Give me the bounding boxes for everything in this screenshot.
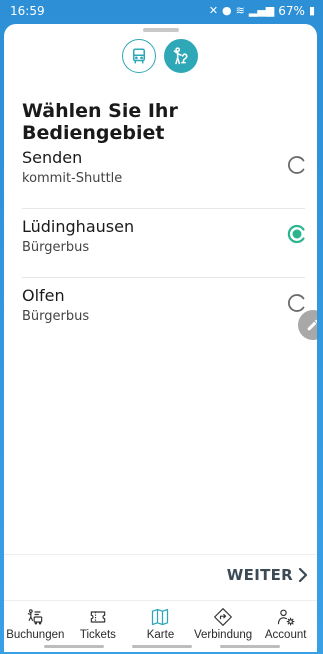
on-demand-mode-button[interactable] (164, 39, 198, 73)
bookings-icon (28, 609, 43, 625)
status-icons: ✕ ● ≋ ▂▄▆ 67% ▮ (209, 4, 315, 18)
footer: WEITER Buchungen Tickets Karte Verbindun… (4, 554, 317, 652)
area-type: Bürgerbus (22, 240, 90, 255)
area-name: Lüdinghausen (22, 217, 135, 236)
status-time: 16:59 (10, 4, 45, 18)
bus-mode-button[interactable] (122, 39, 156, 73)
battery-icon: ▮ (308, 4, 315, 17)
battery-percentage: 67% (278, 4, 305, 18)
nav-indicator-right (220, 645, 280, 648)
ticket-icon (90, 611, 106, 623)
area-name: Olfen (22, 286, 65, 305)
tab-label: Verbindung (193, 629, 253, 641)
footer-divider (4, 554, 317, 555)
next-button-label: WEITER (226, 566, 293, 584)
tab-label: Account (264, 629, 307, 641)
area-type: kommit-Shuttle (22, 171, 123, 186)
mute-icon: ✕ (208, 4, 219, 17)
pencil-icon (307, 319, 317, 331)
area-name: Senden (22, 148, 83, 167)
area-item-olfen[interactable]: Olfen Bürgerbus (22, 278, 305, 346)
mode-toggle (122, 39, 198, 73)
signal-icon: ▂▄▆ (248, 4, 275, 17)
drag-handle[interactable] (143, 28, 179, 32)
area-item-luedinghausen[interactable]: Lüdinghausen Bürgerbus (22, 209, 305, 278)
area-item-senden[interactable]: Senden kommit-Shuttle (22, 140, 305, 209)
radio-unselected-icon[interactable] (287, 155, 307, 175)
next-button[interactable]: WEITER (227, 566, 309, 584)
tab-label: Tickets (79, 629, 116, 641)
hailing-passenger-icon (173, 47, 188, 65)
bus-icon (133, 48, 145, 64)
account-settings-icon (277, 609, 295, 626)
nav-indicator-left (44, 645, 104, 648)
status-bar: 16:59 ✕ ● ≋ ▂▄▆ 67% ▮ (0, 0, 323, 22)
radio-unselected-icon[interactable] (287, 293, 307, 313)
location-icon: ● (222, 4, 232, 17)
nav-indicator-center (132, 645, 192, 648)
page-title: Wählen Sie Ihr Bediengebiet (22, 100, 178, 144)
radio-selected-icon[interactable] (287, 224, 307, 244)
tab-label: Karte (146, 629, 175, 641)
map-icon (152, 608, 169, 626)
wifi-icon: ≋ (235, 4, 245, 17)
tab-label: Buchungen (6, 629, 65, 641)
area-type: Bürgerbus (22, 309, 90, 324)
chevron-right-icon (298, 568, 308, 582)
service-area-list: Senden kommit-Shuttle Lüdinghausen Bürge… (4, 140, 317, 346)
route-icon (214, 608, 232, 626)
bottom-sheet: Wählen Sie Ihr Bediengebiet Senden kommi… (4, 24, 317, 652)
